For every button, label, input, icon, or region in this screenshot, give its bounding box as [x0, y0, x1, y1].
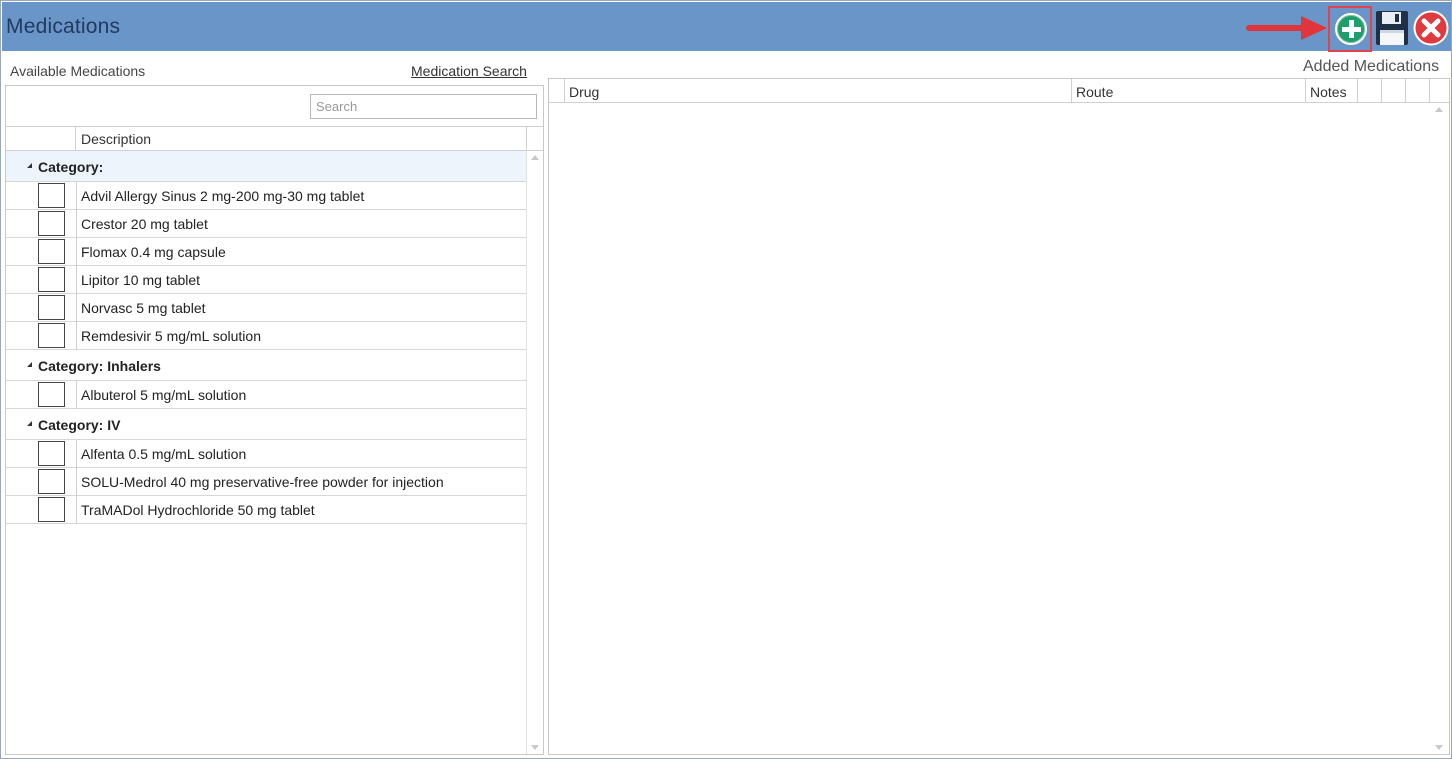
- save-button[interactable]: [1375, 10, 1409, 46]
- group-row-inhalers[interactable]: Category: Inhalers: [6, 350, 526, 381]
- group-label: Category: IV: [38, 417, 121, 433]
- medication-checkbox[interactable]: [38, 497, 65, 522]
- window-title: Medications: [6, 15, 121, 38]
- medication-search-link[interactable]: Medication Search: [411, 63, 527, 79]
- medication-checkbox[interactable]: [38, 267, 65, 292]
- medication-checkbox[interactable]: [38, 382, 65, 407]
- drug-column-header[interactable]: Drug: [569, 84, 599, 100]
- collapse-triangle-icon[interactable]: [27, 421, 32, 426]
- available-medications-label: Available Medications: [10, 63, 146, 79]
- added-grid-header: Drug Route Notes: [549, 79, 1449, 103]
- row-divider: [76, 440, 77, 468]
- list-item[interactable]: Crestor 20 mg tablet: [6, 210, 526, 238]
- list-item[interactable]: TraMADol Hydrochloride 50 mg tablet: [6, 496, 526, 524]
- list-item[interactable]: Flomax 0.4 mg capsule: [6, 238, 526, 266]
- row-divider: [76, 496, 77, 524]
- row-divider: [76, 468, 77, 496]
- plus-circle-icon: [1335, 13, 1367, 45]
- column-divider: [1381, 79, 1382, 102]
- list-item[interactable]: Advil Allergy Sinus 2 mg-200 mg-30 mg ta…: [6, 182, 526, 210]
- arrow-annotation-icon: [1246, 16, 1327, 40]
- row-divider: [76, 266, 77, 294]
- search-input[interactable]: [310, 94, 537, 119]
- available-grid-header: Description: [6, 126, 543, 151]
- medication-checkbox[interactable]: [38, 239, 65, 264]
- list-item[interactable]: Albuterol 5 mg/mL solution: [6, 381, 526, 409]
- medication-name: Lipitor 10 mg tablet: [81, 272, 201, 288]
- row-divider: [76, 381, 77, 409]
- added-medications-panel: Drug Route Notes: [548, 78, 1450, 755]
- list-item[interactable]: Remdesivir 5 mg/mL solution: [6, 322, 526, 350]
- medication-checkbox[interactable]: [38, 295, 65, 320]
- collapse-triangle-icon[interactable]: [27, 362, 32, 367]
- notes-column-header[interactable]: Notes: [1310, 84, 1347, 100]
- medications-window: Medications Available Medications Medica…: [0, 0, 1452, 759]
- medication-checkbox[interactable]: [38, 323, 65, 348]
- column-divider: [1071, 79, 1072, 102]
- medication-name: Flomax 0.4 mg capsule: [81, 244, 226, 260]
- column-divider: [1305, 79, 1306, 102]
- medication-name: Norvasc 5 mg tablet: [81, 300, 206, 316]
- available-list-scrollbar[interactable]: [526, 151, 543, 754]
- available-medications-panel: Description Category: Advil Allergy Sinu…: [5, 85, 544, 755]
- collapse-triangle-icon[interactable]: [27, 163, 32, 168]
- medication-name: SOLU-Medrol 40 mg preservative-free powd…: [81, 474, 444, 490]
- column-divider: [1357, 79, 1358, 102]
- scroll-up-icon[interactable]: [531, 155, 539, 160]
- select-column-header: [6, 127, 76, 150]
- row-divider: [76, 322, 77, 350]
- scroll-up-icon[interactable]: [1435, 107, 1443, 112]
- close-button[interactable]: [1413, 10, 1449, 46]
- add-medication-button[interactable]: [1328, 6, 1372, 52]
- medication-name: Remdesivir 5 mg/mL solution: [81, 328, 261, 344]
- medication-checkbox[interactable]: [38, 211, 65, 236]
- row-divider: [76, 210, 77, 238]
- row-divider: [76, 238, 77, 266]
- group-label: Category: Inhalers: [38, 358, 161, 374]
- row-divider: [76, 182, 77, 210]
- description-column-header[interactable]: Description: [81, 131, 151, 147]
- medication-checkbox[interactable]: [38, 441, 65, 466]
- column-divider: [1405, 79, 1406, 102]
- column-divider: [1429, 79, 1430, 102]
- medication-name: Crestor 20 mg tablet: [81, 216, 208, 232]
- medication-name: Advil Allergy Sinus 2 mg-200 mg-30 mg ta…: [81, 188, 365, 204]
- medication-name: Albuterol 5 mg/mL solution: [81, 387, 247, 403]
- medication-checkbox[interactable]: [38, 469, 65, 494]
- column-divider: [526, 127, 527, 150]
- group-row-category[interactable]: Category:: [6, 151, 526, 182]
- title-bar: Medications: [2, 2, 1451, 52]
- column-divider: [564, 79, 565, 102]
- medication-name: Alfenta 0.5 mg/mL solution: [81, 446, 247, 462]
- group-row-iv[interactable]: Category: IV: [6, 409, 526, 440]
- medication-checkbox[interactable]: [38, 183, 65, 208]
- group-label: Category:: [38, 159, 104, 175]
- added-medications-label: Added Medications: [1303, 58, 1440, 75]
- list-item[interactable]: SOLU-Medrol 40 mg preservative-free powd…: [6, 468, 526, 496]
- route-column-header[interactable]: Route: [1076, 84, 1113, 100]
- list-item[interactable]: Norvasc 5 mg tablet: [6, 294, 526, 322]
- list-item[interactable]: Alfenta 0.5 mg/mL solution: [6, 440, 526, 468]
- scroll-down-icon[interactable]: [531, 745, 539, 750]
- medication-name: TraMADol Hydrochloride 50 mg tablet: [81, 502, 315, 518]
- list-item[interactable]: Lipitor 10 mg tablet: [6, 266, 526, 294]
- added-list-scrollbar[interactable]: [1431, 103, 1448, 754]
- row-divider: [76, 294, 77, 322]
- available-medications-list: Category: Advil Allergy Sinus 2 mg-200 m…: [6, 151, 526, 754]
- scroll-down-icon[interactable]: [1435, 745, 1443, 750]
